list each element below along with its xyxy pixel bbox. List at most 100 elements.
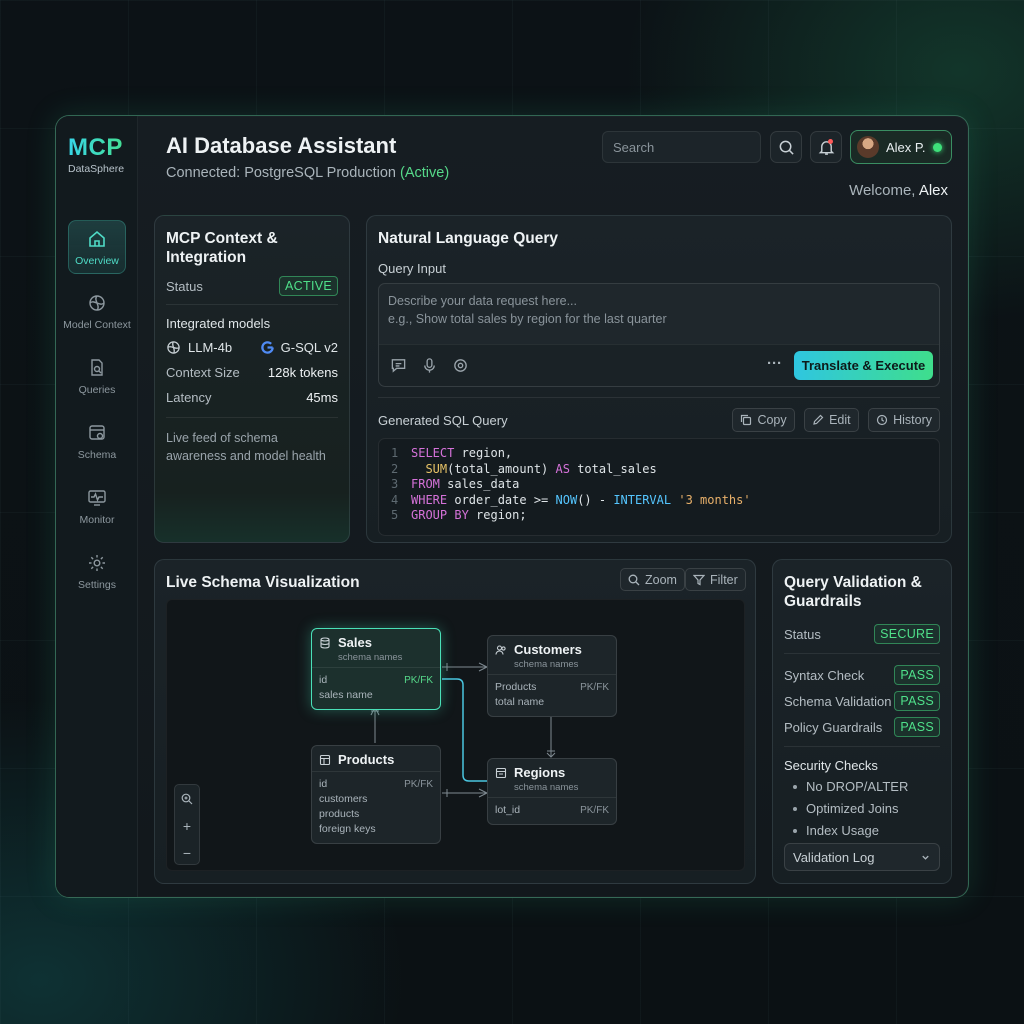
latency-row: Latency 45ms	[166, 390, 338, 405]
history-button[interactable]: History	[868, 408, 940, 432]
sidebar-item-schema[interactable]: Schema	[62, 415, 132, 471]
list-item: No DROP/ALTER	[784, 776, 940, 798]
zoom-icon	[181, 793, 193, 804]
schema-table-regions[interactable]: Regions schema names lot_id PK/FK	[487, 758, 617, 825]
schema-table-customers[interactable]: Customers schema names Products PK/FK tot…	[487, 635, 617, 717]
query-input[interactable]: Describe your data request here... e.g.,…	[378, 283, 940, 387]
connection-status: Connected: PostgreSQL Production (Active…	[166, 165, 449, 181]
table-row: lot_id PK/FK	[495, 803, 609, 818]
column-name: id	[319, 778, 328, 790]
table-name: Sales	[319, 635, 433, 650]
app-window: MCP DataSphere Overview Model Context Qu…	[55, 115, 969, 898]
validation-log-dropdown[interactable]: Validation Log	[784, 843, 940, 871]
zoom-fit-button[interactable]	[175, 785, 199, 812]
search-icon	[779, 140, 794, 155]
check-row: Syntax Check PASS	[784, 662, 940, 688]
models-label: Integrated models	[166, 316, 271, 331]
filter-button[interactable]: Filter	[685, 568, 746, 591]
divider	[166, 304, 338, 305]
schema-canvas[interactable]: Sales schema names id PK/FK sales name Cu…	[166, 599, 745, 871]
connection-active: (Active)	[400, 165, 450, 181]
copy-label: Copy	[757, 413, 787, 427]
search-input[interactable]: Search	[602, 131, 761, 163]
model-name: LLM-4b	[188, 340, 233, 355]
history-label: History	[893, 413, 932, 427]
table-row: total name	[495, 695, 609, 710]
sql-label: Generated SQL Query	[378, 412, 508, 428]
model-llm: LLM-4b	[166, 340, 232, 355]
sidebar-item-monitor[interactable]: Monitor	[62, 480, 132, 536]
more-options-button[interactable]: ···	[767, 355, 782, 372]
schema-visualization-panel: Live Schema Visualization Zoom Filter Sa…	[154, 559, 756, 884]
status-row: Status SECURE	[784, 624, 940, 644]
translate-execute-button[interactable]: Translate & Execute	[794, 351, 933, 380]
check-label: Policy Guardrails	[784, 719, 883, 735]
panel-title: Natural Language Query	[378, 230, 559, 247]
column-name: lot_id	[495, 804, 521, 816]
table-row: Products PK/FK	[495, 680, 609, 695]
divider	[784, 746, 940, 747]
edit-label: Edit	[829, 413, 851, 427]
query-validation-panel: Query Validation & Guardrails Status SEC…	[772, 559, 952, 884]
table-title: Products	[338, 752, 395, 767]
table-icon	[319, 754, 331, 765]
placeholder-line: Describe your data request here...	[388, 294, 577, 308]
column-name: sales name	[319, 689, 373, 701]
sidebar-item-queries[interactable]: Queries	[62, 350, 132, 406]
edit-icon	[813, 414, 824, 425]
table-subtitle: schema names	[514, 782, 579, 793]
schema-table-sales[interactable]: Sales schema names id PK/FK sales name	[311, 628, 441, 710]
sql-actions: Copy Edit History	[727, 408, 940, 432]
sidebar: MCP DataSphere Overview Model Context Qu…	[56, 116, 138, 897]
settings-icon[interactable]	[452, 357, 469, 374]
table-row: products	[319, 807, 433, 822]
sidebar-item-model-context[interactable]: Model Context	[62, 285, 132, 341]
filter-label: Filter	[710, 572, 738, 587]
chat-icon[interactable]	[390, 357, 407, 374]
sidebar-item-label: Queries	[78, 384, 116, 396]
latency-value: 45ms	[306, 390, 338, 405]
openai-icon	[167, 341, 180, 354]
zoom-in-button[interactable]: +	[175, 812, 199, 839]
sidebar-item-settings[interactable]: Settings	[62, 545, 132, 601]
sql-code-block[interactable]: 1 SELECT region, 2 SUM(total_amount) AS t…	[378, 438, 940, 536]
table-row: id PK/FK	[319, 777, 433, 792]
search-button[interactable]	[770, 131, 802, 163]
copy-button[interactable]: Copy	[732, 408, 795, 432]
key-type: PK/FK	[404, 675, 433, 686]
divider	[378, 397, 940, 398]
model-gsql: G-SQL v2	[260, 340, 338, 355]
user-menu[interactable]: Alex P.	[850, 130, 952, 164]
zoom-out-button[interactable]: −	[175, 839, 199, 866]
table-header: Customers schema names	[488, 636, 616, 675]
key-type: PK/FK	[580, 682, 609, 693]
edit-button[interactable]: Edit	[804, 408, 859, 432]
table-name: Regions	[495, 765, 609, 780]
query-input-label: Query Input	[378, 261, 446, 276]
status-badge: SECURE	[874, 624, 940, 644]
welcome-name: Alex	[918, 182, 948, 199]
copy-icon	[741, 414, 752, 426]
security-list: No DROP/ALTER Optimized Joins Index Usag…	[784, 776, 940, 842]
welcome-text: Welcome, Alex	[849, 182, 948, 199]
schema-table-products[interactable]: Products id PK/FK customers products fore…	[311, 745, 441, 844]
divider	[784, 653, 940, 654]
home-icon	[89, 230, 105, 247]
table-header: Regions schema names	[488, 759, 616, 798]
brand: MCP DataSphere	[68, 134, 130, 175]
notifications-button[interactable]	[810, 131, 842, 163]
context-row: Context Size 128k tokens	[166, 365, 338, 380]
nl-query-panel: Natural Language Query Query Input Descr…	[366, 215, 952, 543]
zoom-button[interactable]: Zoom	[620, 568, 685, 591]
sidebar-item-overview[interactable]: Overview	[68, 220, 126, 274]
table-header: Sales schema names	[312, 629, 440, 668]
schema-icon	[89, 425, 105, 440]
filter-icon	[693, 574, 705, 585]
microphone-icon[interactable]	[421, 357, 438, 374]
chevron-down-icon	[922, 855, 929, 860]
key-type: PK/FK	[404, 779, 433, 790]
monitor-icon	[88, 490, 106, 506]
gear-icon	[89, 555, 105, 571]
security-label: Security Checks	[784, 758, 878, 773]
welcome-prefix: Welcome,	[849, 182, 919, 199]
